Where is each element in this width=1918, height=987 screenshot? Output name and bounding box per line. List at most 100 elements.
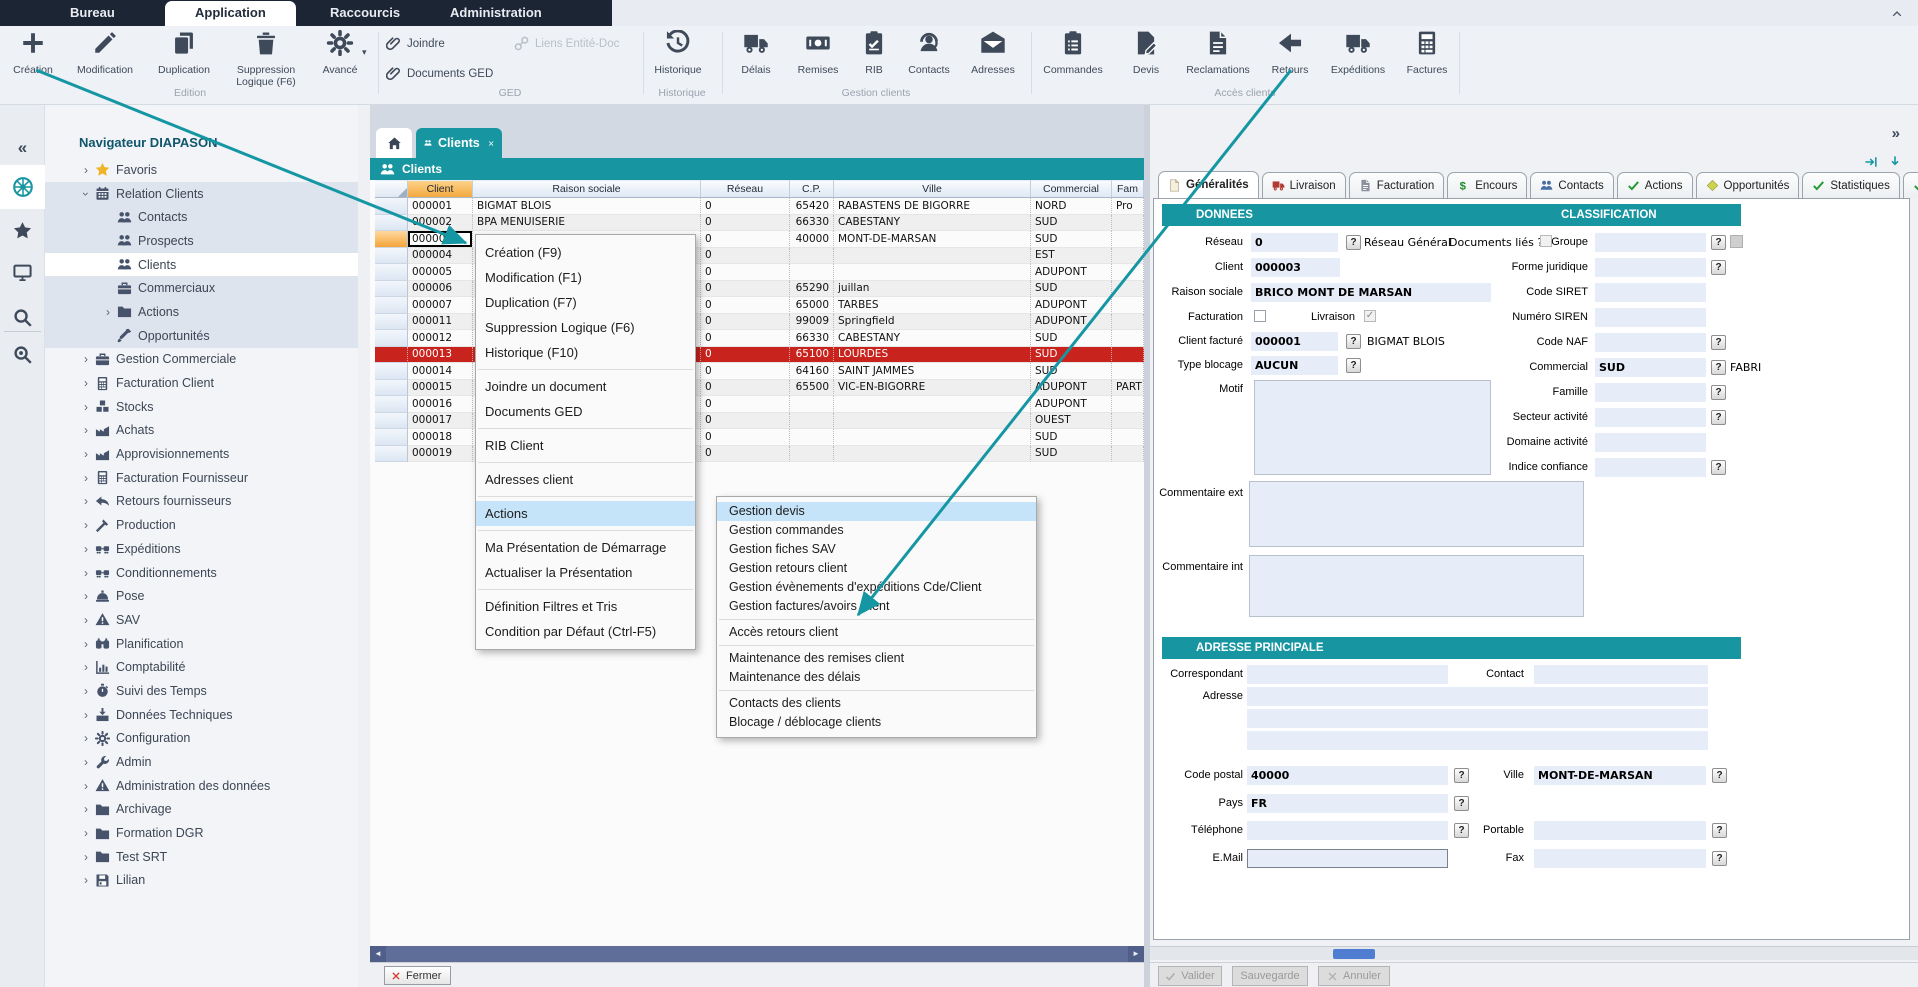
cell-cp[interactable]: 65500 xyxy=(790,380,834,397)
sidebar-item-suivi-des-temps[interactable]: ›Suivi des Temps xyxy=(45,679,358,703)
column-header-raison-sociale[interactable]: Raison sociale xyxy=(473,180,701,198)
menu-tab-bureau[interactable]: Bureau xyxy=(40,0,145,26)
field-input[interactable]: 000003 xyxy=(1251,258,1340,277)
cell-commercial[interactable]: SUD xyxy=(1031,363,1112,380)
field-input[interactable]: AUCUN xyxy=(1251,356,1338,375)
column-header-reseau[interactable]: Réseau xyxy=(701,180,790,198)
sidebar-item-prospects[interactable]: Prospects xyxy=(45,229,358,253)
detail-tab-statistiques[interactable]: Statistiques xyxy=(1802,172,1899,198)
sidebar-item-contacts[interactable]: Contacts xyxy=(45,205,358,229)
cell-client[interactable]: 000004 xyxy=(408,248,473,265)
menu-item-documents-ged[interactable]: Documents GED xyxy=(476,399,695,424)
field-input[interactable] xyxy=(1595,283,1706,302)
row-selector-cell[interactable] xyxy=(375,264,408,281)
workspace-tab-clients[interactable]: Clients xyxy=(416,128,502,158)
field-input[interactable] xyxy=(1247,731,1708,750)
cell-client[interactable]: 000006 xyxy=(408,281,473,298)
row-selector-cell[interactable] xyxy=(375,314,408,331)
field-input[interactable] xyxy=(1595,308,1706,327)
detail-tab-actions[interactable]: Actions xyxy=(1617,172,1693,198)
sidebar-item-commerciaux[interactable]: Commerciaux xyxy=(45,276,358,300)
cell-ville[interactable]: VIC-EN-BIGORRE xyxy=(834,380,1031,397)
cell-fam[interactable] xyxy=(1112,231,1144,248)
cell-commercial[interactable]: SUD xyxy=(1031,446,1112,463)
cell-ville[interactable] xyxy=(834,248,1031,265)
sidebar-item-facturation-client[interactable]: ›Facturation Client xyxy=(45,371,358,395)
sidebar-item-gestion-commerciale[interactable]: ›Gestion Commerciale xyxy=(45,348,358,372)
cell-commercial[interactable]: OUEST xyxy=(1031,413,1112,430)
detail-horizontal-scrollbar[interactable] xyxy=(1150,946,1918,960)
menu-item-joindre-un-document[interactable]: Joindre un document xyxy=(476,374,695,399)
cell-cp[interactable] xyxy=(790,248,834,265)
sidebar-item-actions[interactable]: ›Actions xyxy=(45,300,358,324)
detail-tab-qui-quand[interactable]: Qui, quand ? xyxy=(1903,172,1918,198)
cell-client[interactable]: 000019 xyxy=(408,446,473,463)
field-input[interactable] xyxy=(1534,821,1706,840)
cell-reseau[interactable]: 0 xyxy=(701,429,790,446)
detail-scroll-thumb[interactable] xyxy=(1333,949,1375,959)
cell-client[interactable]: 000012 xyxy=(408,330,473,347)
menu-item-blocage-deblocage-clients[interactable]: Blocage / déblocage clients xyxy=(717,713,1036,732)
cell-fam[interactable] xyxy=(1112,297,1144,314)
field-input[interactable] xyxy=(1534,849,1706,868)
sidebar-item-test-srt[interactable]: ›Test SRT xyxy=(45,845,358,869)
help-button[interactable]: ? xyxy=(1712,823,1727,838)
search-icon[interactable] xyxy=(0,300,45,334)
cell-fam[interactable] xyxy=(1112,215,1144,232)
cell-client[interactable]: 000005 xyxy=(408,264,473,281)
cell-reseau[interactable]: 0 xyxy=(701,314,790,331)
cell-commercial[interactable]: SUD xyxy=(1031,215,1112,232)
fermer-button[interactable]: Fermer xyxy=(384,966,451,985)
cell-ville[interactable]: juillan xyxy=(834,281,1031,298)
help-button[interactable]: ? xyxy=(1711,460,1726,475)
cell-fam[interactable] xyxy=(1112,446,1144,463)
cell-fam[interactable] xyxy=(1112,314,1144,331)
sidebar-item-opportunites[interactable]: Opportunités xyxy=(45,324,358,348)
menu-item-suppression-logique-f6[interactable]: Suppression Logique (F6) xyxy=(476,315,695,340)
cell-ville[interactable]: CABESTANY xyxy=(834,330,1031,347)
table-horizontal-scrollbar[interactable]: ◄► xyxy=(370,946,1144,962)
cell-reseau[interactable]: 0 xyxy=(701,330,790,347)
row-selector-cell[interactable] xyxy=(375,413,408,430)
cell-fam[interactable]: PART xyxy=(1112,380,1144,397)
column-header-c-p[interactable]: C.P. xyxy=(790,180,834,198)
cell-commercial[interactable]: NORD xyxy=(1031,198,1112,215)
sidebar-item-clients[interactable]: Clients xyxy=(45,253,358,277)
ribbon-collapse-button[interactable] xyxy=(1890,7,1904,19)
cell-ville[interactable]: Springfield xyxy=(834,314,1031,331)
help-button[interactable]: ? xyxy=(1346,235,1361,250)
cell-client[interactable]: 000016 xyxy=(408,396,473,413)
cell-ville[interactable] xyxy=(834,396,1031,413)
sidebar-item-conditionnements[interactable]: ›Conditionnements xyxy=(45,561,358,585)
menu-item-gestion-factures-avoirs-client[interactable]: Gestion factures/avoirs client xyxy=(717,597,1036,616)
detail-tab-opportunites[interactable]: Opportunités xyxy=(1696,172,1800,198)
menu-item-modification-f1[interactable]: Modification (F1) xyxy=(476,265,695,290)
cell-client[interactable]: 000001 xyxy=(408,198,473,215)
cell-ville[interactable]: CABESTANY xyxy=(834,215,1031,232)
cell-cp[interactable]: 40000 xyxy=(790,231,834,248)
cell-client[interactable]: 000018 xyxy=(408,429,473,446)
field-input[interactable]: BRICO MONT DE MARSAN xyxy=(1251,283,1491,302)
cell-cp[interactable]: 66330 xyxy=(790,330,834,347)
cell-client[interactable]: 000013 xyxy=(408,347,473,364)
sidebar-item-archivage[interactable]: ›Archivage xyxy=(45,798,358,822)
row-selector-cell[interactable] xyxy=(375,363,408,380)
table-row-000002[interactable]: 000002BPA MENUISERIE066330CABESTANYSUD xyxy=(375,215,1144,232)
sidebar-item-donnees-techniques[interactable]: ›Données Techniques xyxy=(45,703,358,727)
cell-cp[interactable] xyxy=(790,264,834,281)
sidebar-item-pose[interactable]: ›Pose xyxy=(45,584,358,608)
footer-button-valider[interactable]: Valider xyxy=(1158,966,1222,986)
help-button[interactable]: ? xyxy=(1454,796,1469,811)
row-selector-cell[interactable] xyxy=(375,330,408,347)
cell-ville[interactable]: RABASTENS DE BIGORRE xyxy=(834,198,1031,215)
footer-button-annuler[interactable]: Annuler xyxy=(1318,966,1390,986)
cell-commercial[interactable]: SUD xyxy=(1031,347,1112,364)
row-selector-cell[interactable] xyxy=(375,429,408,446)
row-selector-cell[interactable] xyxy=(375,396,408,413)
cell-reseau[interactable]: 0 xyxy=(701,198,790,215)
sidebar-item-stocks[interactable]: ›Stocks xyxy=(45,395,358,419)
field-input[interactable] xyxy=(1534,665,1708,684)
cell-commercial[interactable]: ADUPONT xyxy=(1031,297,1112,314)
cell-commercial[interactable]: EST xyxy=(1031,248,1112,265)
cell-cp[interactable] xyxy=(790,396,834,413)
